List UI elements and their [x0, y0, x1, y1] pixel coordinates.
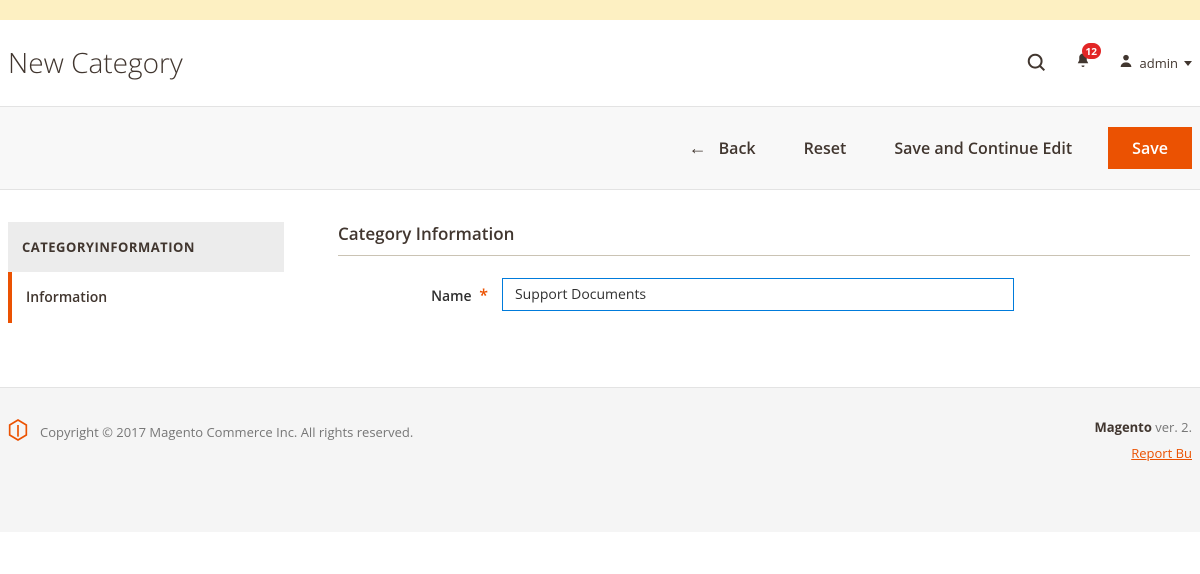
back-button[interactable]: ← Back [673, 129, 772, 167]
user-name: admin [1140, 54, 1178, 72]
sidebar-item-information[interactable]: Information [8, 272, 284, 323]
name-input[interactable] [502, 278, 1014, 311]
arrow-left-icon: ← [689, 139, 707, 157]
page-title: New Category [8, 44, 183, 82]
version-text: ver. 2. [1152, 418, 1192, 436]
footer-right: Magento ver. 2. Report Bu [1095, 418, 1193, 462]
action-bar: ← Back Reset Save and Continue Edit Save [0, 106, 1200, 190]
copyright-text: Copyright © 2017 Magento Commerce Inc. A… [40, 423, 413, 441]
search-icon[interactable] [1026, 52, 1048, 74]
header-actions: 12 admin [1026, 51, 1192, 76]
reset-button[interactable]: Reset [788, 129, 863, 167]
bell-icon [1074, 57, 1092, 76]
save-button[interactable]: Save [1108, 127, 1192, 169]
notifications-badge: 12 [1082, 43, 1101, 59]
section-title: Category Information [338, 222, 1190, 256]
main-panel: Category Information Name * [338, 222, 1200, 327]
save-continue-button[interactable]: Save and Continue Edit [878, 129, 1088, 167]
notice-banner [0, 0, 1200, 20]
user-menu[interactable]: admin [1118, 53, 1192, 74]
sidebar-item-label: Information [26, 288, 107, 307]
content: CATEGORYINFORMATION Information Category… [0, 190, 1200, 367]
sidebar: CATEGORYINFORMATION Information [8, 222, 284, 323]
chevron-down-icon [1184, 61, 1192, 66]
report-bugs-link[interactable]: Report Bu [1095, 444, 1193, 462]
notifications-button[interactable]: 12 [1074, 51, 1092, 76]
back-label: Back [719, 137, 756, 159]
brand-name: Magento [1095, 418, 1152, 436]
required-mark: * [479, 284, 488, 306]
name-row: Name * [338, 278, 1190, 311]
page-header: New Category 12 admin [0, 20, 1200, 106]
footer: Copyright © 2017 Magento Commerce Inc. A… [0, 387, 1200, 532]
footer-left: Copyright © 2017 Magento Commerce Inc. A… [8, 418, 413, 446]
magento-logo-icon [8, 418, 28, 446]
user-icon [1118, 53, 1134, 74]
name-label: Name * [338, 284, 502, 306]
sidebar-heading: CATEGORYINFORMATION [8, 222, 284, 272]
